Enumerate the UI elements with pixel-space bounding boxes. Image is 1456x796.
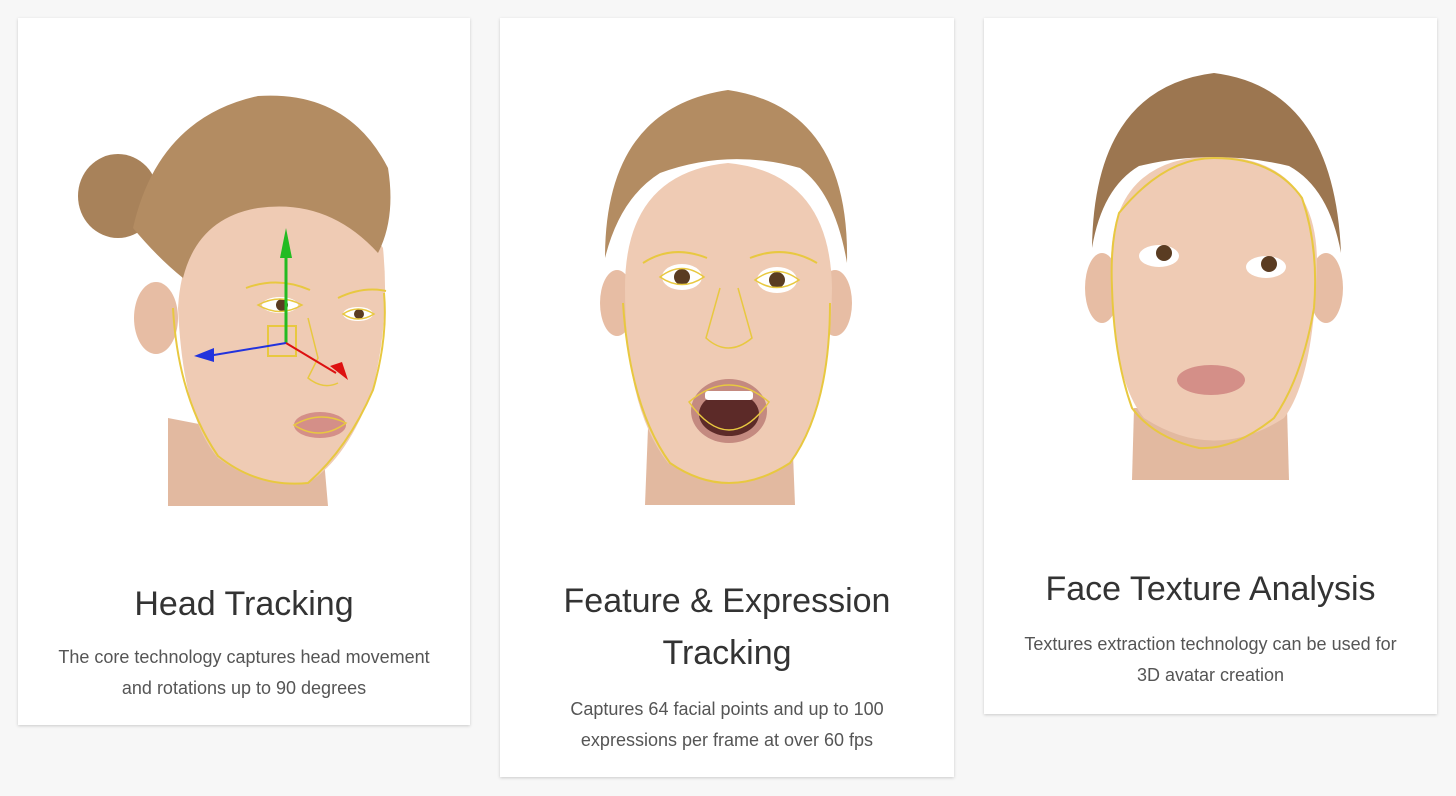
face-texture-analysis-image bbox=[1085, 73, 1343, 480]
feature-card-head-tracking: Head Tracking The core technology captur… bbox=[18, 18, 470, 725]
face-head-tracking-image bbox=[78, 95, 391, 506]
card-description: Textures extraction technology can be us… bbox=[1024, 634, 1397, 685]
feature-card-expression-tracking: Feature & Expression Tracking Captures 6… bbox=[500, 18, 954, 777]
feature-card-texture-analysis: Face Texture Analysis Textures extractio… bbox=[984, 18, 1437, 714]
card-description: The core technology captures head moveme… bbox=[58, 647, 430, 698]
card-title: Head Tracking bbox=[134, 585, 354, 623]
card-title: Face Texture Analysis bbox=[1045, 570, 1376, 608]
card-title: Feature & Expression Tracking bbox=[563, 582, 891, 672]
face-expression-tracking-image bbox=[600, 90, 852, 505]
card-description: Captures 64 facial points and up to 100 … bbox=[570, 699, 884, 750]
